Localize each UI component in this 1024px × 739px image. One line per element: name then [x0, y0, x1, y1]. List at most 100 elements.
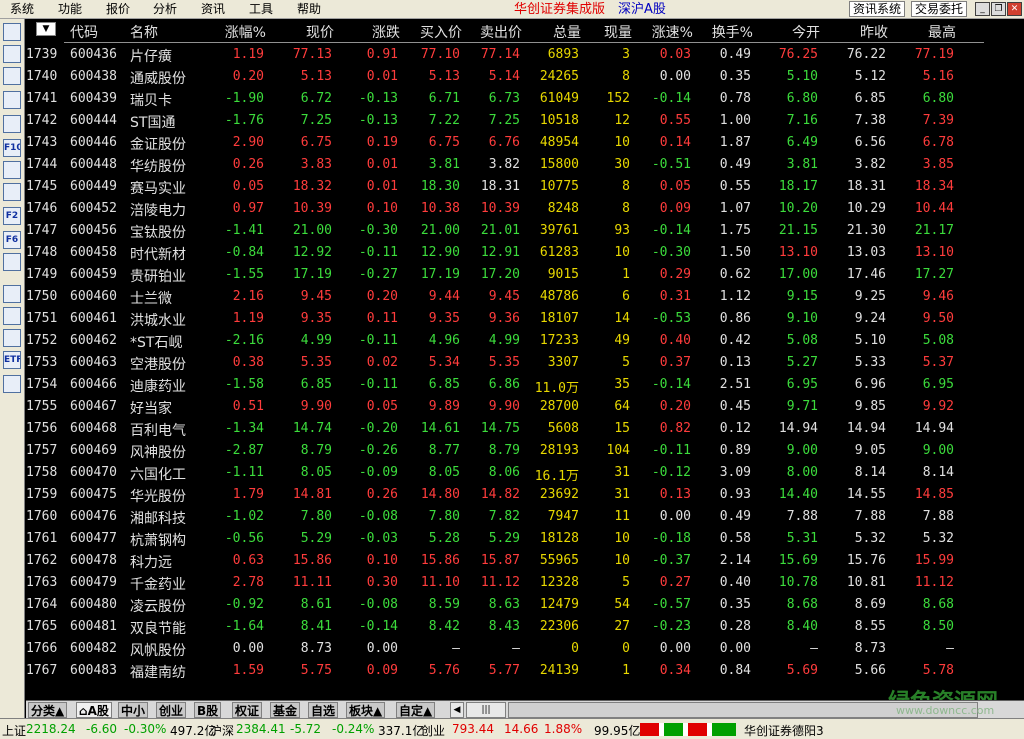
table-row[interactable]: 1740600438通威股份0.205.130.015.135.14242658… [26, 66, 1024, 88]
stock-name: 赛马实业 [130, 178, 186, 198]
change-pct: 2.16 [233, 289, 264, 304]
table-row[interactable]: 1760600476湘邮科技-1.027.80-0.087.807.827947… [26, 506, 1024, 528]
col-bid[interactable]: 买入价 [420, 22, 462, 42]
trade-button[interactable]: 交易委托 [911, 1, 967, 17]
f10-icon[interactable]: F10 [3, 139, 21, 157]
col-turnover[interactable]: 换手% [712, 22, 753, 42]
menu-help[interactable]: 帮助 [297, 2, 321, 17]
table-row[interactable]: 1741600439瑞贝卡-1.906.72-0.136.716.7361049… [26, 88, 1024, 110]
col-volume[interactable]: 总量 [553, 22, 581, 42]
news-icon[interactable] [3, 115, 21, 133]
table-row[interactable]: 1764600480凌云股份-0.928.61-0.088.598.631247… [26, 594, 1024, 616]
chart-line-icon[interactable] [3, 67, 21, 85]
etf-icon[interactable]: ETF [3, 351, 21, 369]
table-row[interactable]: 1744600448华纺股份0.263.830.013.813.82158003… [26, 154, 1024, 176]
tab-sme[interactable]: 中小 [118, 702, 148, 718]
col-high[interactable]: 最高 [928, 22, 956, 42]
dice-icon[interactable] [3, 329, 21, 347]
dropdown-icon[interactable]: ▼ [36, 22, 56, 36]
col-speed[interactable]: 涨速% [652, 22, 693, 42]
table-icon[interactable] [3, 45, 21, 63]
table-row[interactable]: 1755600467好当家0.519.900.059.899.902870064… [26, 396, 1024, 418]
doc-icon[interactable] [3, 23, 21, 41]
table-row[interactable]: 1756600468百利电气-1.3414.74-0.2014.6114.755… [26, 418, 1024, 440]
table-row[interactable]: 1753600463空港股份0.385.350.025.345.35330750… [26, 352, 1024, 374]
folder-icon[interactable] [3, 285, 21, 303]
table-row[interactable]: 1751600461洪城水业1.199.350.119.359.36181071… [26, 308, 1024, 330]
menu-function[interactable]: 功能 [58, 2, 82, 17]
table-row[interactable]: 1752600462*ST石岘-2.164.99-0.114.964.99172… [26, 330, 1024, 352]
menu-quote[interactable]: 报价 [106, 2, 130, 17]
quote-table: ▼ 代码 名称 涨幅% 现价 涨跌 买入价 卖出价 总量 现量 涨速% 换手% … [26, 20, 1024, 700]
finance-icon[interactable] [3, 161, 21, 179]
tab-sector[interactable]: 板块▲ [346, 702, 385, 718]
open-price: 6.49 [787, 135, 818, 150]
table-row[interactable]: 1739600436片仔癀1.1977.130.9177.1077.146893… [26, 44, 1024, 66]
scroll-left-icon[interactable]: ◀ [450, 702, 464, 718]
watermark-url: www.downcc.com [896, 704, 994, 717]
table-row[interactable]: 1757600469风神股份-2.878.79-0.268.778.792819… [26, 440, 1024, 462]
col-chg-pct[interactable]: 涨幅% [225, 22, 266, 42]
scroll-thumb[interactable]: ||| [466, 702, 506, 718]
col-prev-close[interactable]: 昨收 [860, 22, 888, 42]
report-icon[interactable] [3, 183, 21, 201]
table-row[interactable]: 1743600446金证股份2.906.750.196.756.76489541… [26, 132, 1024, 154]
tab-custom[interactable]: 自定▲ [396, 702, 435, 718]
bid-price: 9.89 [429, 399, 460, 414]
change: 0.19 [367, 135, 398, 150]
table-row[interactable]: 1746600452涪陵电力0.9710.390.1010.3810.39824… [26, 198, 1024, 220]
table-row[interactable]: 1759600475华光股份1.7914.810.2614.8014.82236… [26, 484, 1024, 506]
tab-category[interactable]: 分类▲ [28, 702, 67, 718]
table-row[interactable]: 1745600449赛马实业0.0518.320.0118.3018.31107… [26, 176, 1024, 198]
tab-watchlist[interactable]: 自选 [308, 702, 338, 718]
news-system-button[interactable]: 资讯系统 [849, 1, 905, 17]
table-row[interactable]: 1765600481双良节能-1.648.41-0.148.428.432230… [26, 616, 1024, 638]
table-row[interactable]: 1767600483福建南纺1.595.750.095.765.77241391… [26, 660, 1024, 682]
tab-gem[interactable]: 创业 [156, 702, 186, 718]
change-pct: 2.90 [233, 135, 264, 150]
col-diff[interactable]: 涨跌 [372, 22, 400, 42]
server-name[interactable]: 华创证券德阳3 [744, 722, 824, 739]
table-row[interactable]: 1763600479千金药业2.7811.110.3011.1011.12123… [26, 572, 1024, 594]
f6-icon[interactable]: F6 [3, 231, 21, 249]
table-row[interactable]: 1766600482风帆股份0.008.730.00——000.000.00—8… [26, 638, 1024, 660]
kline-icon[interactable] [3, 91, 21, 109]
table-row[interactable]: 1754600466迪康药业-1.586.85-0.116.856.8611.0… [26, 374, 1024, 396]
price: 8.05 [301, 465, 332, 480]
turnover: 0.35 [720, 69, 751, 84]
menu-news[interactable]: 资讯 [201, 2, 225, 17]
table-row[interactable]: 1750600460士兰微2.169.450.209.449.454878660… [26, 286, 1024, 308]
tab-fund[interactable]: 基金 [270, 702, 300, 718]
table-row[interactable]: 1762600478科力远0.6315.860.1015.8615.875596… [26, 550, 1024, 572]
price: 14.81 [293, 487, 332, 502]
tab-b-share[interactable]: B股 [194, 702, 221, 718]
col-price[interactable]: 现价 [306, 22, 334, 42]
volume: 28700 [540, 399, 579, 414]
table-row[interactable]: 1748600458时代新材-0.8412.92-0.1112.9012.916… [26, 242, 1024, 264]
stock-code: 600444 [70, 113, 117, 128]
tab-a-share[interactable]: ⌂A股 [76, 702, 112, 718]
menu-system[interactable]: 系统 [10, 2, 34, 17]
col-name[interactable]: 名称 [130, 22, 158, 42]
table-row[interactable]: 1761600477杭萧钢构-0.565.29-0.035.285.291812… [26, 528, 1024, 550]
tab-warrant[interactable]: 权证 [232, 702, 262, 718]
speed: 0.34 [660, 663, 691, 678]
table-row[interactable]: 1742600444ST国通-1.767.25-0.137.227.251051… [26, 110, 1024, 132]
search-icon[interactable] [3, 253, 21, 271]
col-code[interactable]: 代码 [70, 22, 98, 42]
home-icon: ⌂ [79, 704, 88, 718]
col-ask[interactable]: 卖出价 [480, 22, 522, 42]
f2-icon[interactable]: F2 [3, 207, 21, 225]
minimize-icon[interactable]: _ [975, 2, 990, 16]
menu-analysis[interactable]: 分析 [153, 2, 177, 17]
table-row[interactable]: 1758600470六国化工-1.118.05-0.098.058.0616.1… [26, 462, 1024, 484]
menu-tools[interactable]: 工具 [249, 2, 273, 17]
restore-icon[interactable]: ❐ [991, 2, 1006, 16]
table-row[interactable]: 1747600456宝钛股份-1.4121.00-0.3021.0021.013… [26, 220, 1024, 242]
table-row[interactable]: 1749600459贵研铂业-1.5517.19-0.2717.1917.209… [26, 264, 1024, 286]
exit-icon[interactable] [3, 375, 21, 393]
sort-icon[interactable] [3, 307, 21, 325]
col-cur-volume[interactable]: 现量 [604, 22, 632, 42]
close-icon[interactable]: ✕ [1007, 2, 1022, 16]
col-open[interactable]: 今开 [792, 22, 820, 42]
